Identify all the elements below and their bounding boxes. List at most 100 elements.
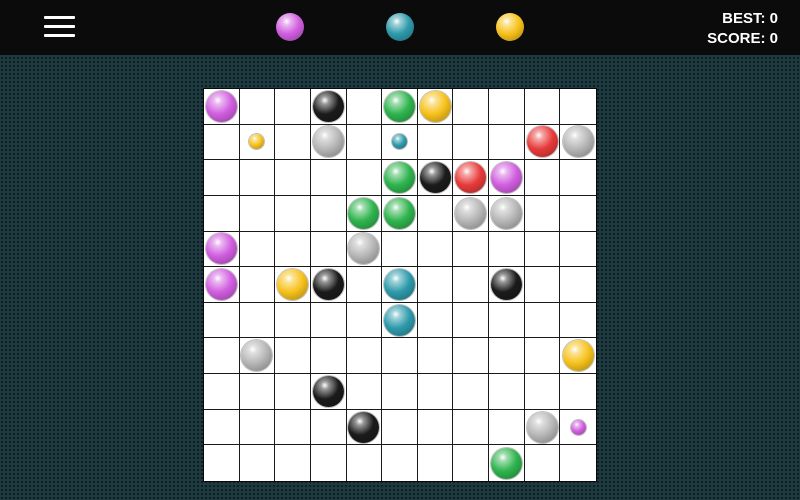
- board-cell[interactable]: [346, 124, 383, 161]
- board-cell[interactable]: [524, 195, 561, 232]
- board-cell[interactable]: [417, 374, 454, 410]
- black-ball[interactable]: [348, 411, 380, 443]
- board-cell[interactable]: [524, 267, 561, 303]
- board-cell[interactable]: [310, 409, 347, 446]
- teal-ball[interactable]: [383, 304, 415, 336]
- board-cell[interactable]: [417, 338, 454, 375]
- board-cell[interactable]: [310, 195, 347, 232]
- board-cell[interactable]: [524, 124, 561, 161]
- board-cell[interactable]: [310, 302, 347, 339]
- board-cell[interactable]: [346, 374, 383, 410]
- board-cell[interactable]: [275, 160, 311, 196]
- board-cell[interactable]: [560, 410, 596, 446]
- board-cell[interactable]: [239, 409, 276, 446]
- yellow-ball[interactable]: [249, 134, 265, 150]
- board-cell[interactable]: [382, 338, 418, 375]
- board-cell[interactable]: [382, 160, 418, 196]
- board-cell[interactable]: [417, 302, 454, 339]
- board-cell[interactable]: [489, 160, 525, 196]
- board-cell[interactable]: [204, 160, 240, 196]
- board-cell[interactable]: [310, 231, 347, 268]
- black-ball[interactable]: [312, 268, 344, 300]
- board-cell[interactable]: [453, 409, 490, 446]
- board-cell[interactable]: [204, 338, 240, 375]
- board-cell[interactable]: [453, 267, 490, 303]
- board-cell[interactable]: [310, 267, 347, 303]
- board-cell[interactable]: [275, 374, 311, 410]
- board-cell[interactable]: [239, 89, 276, 125]
- yellow-ball[interactable]: [562, 340, 594, 372]
- board-cell[interactable]: [346, 338, 383, 375]
- board-cell[interactable]: [239, 302, 276, 339]
- board-cell[interactable]: [275, 267, 311, 303]
- board-cell[interactable]: [275, 409, 311, 446]
- hamburger-menu-icon[interactable]: [44, 14, 76, 40]
- board-cell[interactable]: [524, 231, 561, 268]
- board-cell[interactable]: [489, 231, 525, 268]
- board-cell[interactable]: [275, 124, 311, 161]
- board-cell[interactable]: [489, 89, 525, 125]
- gray-ball[interactable]: [455, 197, 487, 229]
- board-cell[interactable]: [347, 445, 383, 481]
- board-cell[interactable]: [310, 160, 347, 196]
- board-cell[interactable]: [239, 160, 276, 196]
- board-cell[interactable]: [417, 409, 454, 446]
- purple-ball[interactable]: [205, 233, 237, 265]
- board-cell[interactable]: [560, 338, 596, 375]
- board-cell[interactable]: [453, 124, 490, 161]
- board-cell[interactable]: [524, 89, 561, 125]
- board-cell[interactable]: [489, 195, 525, 232]
- board-cell[interactable]: [560, 160, 596, 196]
- board-cell[interactable]: [453, 195, 490, 232]
- board-cell[interactable]: [489, 409, 525, 446]
- board-cell[interactable]: [204, 124, 240, 161]
- gray-ball[interactable]: [241, 340, 273, 372]
- board-cell[interactable]: [204, 195, 240, 232]
- board-cell[interactable]: [560, 445, 596, 481]
- board-cell[interactable]: [453, 338, 490, 375]
- board-cell[interactable]: [417, 160, 454, 196]
- board-cell[interactable]: [453, 231, 490, 268]
- board-cell[interactable]: [524, 160, 561, 196]
- board-cell[interactable]: [382, 302, 418, 339]
- yellow-ball[interactable]: [277, 268, 309, 300]
- board-cell[interactable]: [524, 374, 561, 410]
- board-cell[interactable]: [417, 89, 454, 125]
- board-cell[interactable]: [382, 445, 418, 481]
- board-cell[interactable]: [275, 195, 311, 232]
- gray-ball[interactable]: [526, 411, 558, 443]
- red-ball[interactable]: [455, 162, 487, 194]
- board-cell[interactable]: [204, 267, 240, 303]
- board-cell[interactable]: [310, 89, 347, 125]
- green-ball[interactable]: [348, 197, 380, 229]
- board-cell[interactable]: [346, 195, 383, 232]
- board-cell[interactable]: [346, 89, 383, 125]
- board-cell[interactable]: [204, 231, 240, 268]
- purple-ball[interactable]: [205, 90, 237, 122]
- board-cell[interactable]: [382, 267, 418, 303]
- board-cell[interactable]: [310, 338, 347, 375]
- gray-ball[interactable]: [562, 126, 594, 158]
- board-cell[interactable]: [489, 267, 525, 303]
- board-cell[interactable]: [417, 231, 454, 268]
- teal-ball[interactable]: [391, 134, 407, 150]
- board-cell[interactable]: [204, 409, 240, 446]
- board-cell[interactable]: [489, 302, 525, 339]
- board-cell[interactable]: [204, 445, 240, 481]
- green-ball[interactable]: [383, 162, 415, 194]
- board-cell[interactable]: [417, 124, 454, 161]
- black-ball[interactable]: [312, 90, 344, 122]
- board-cell[interactable]: [417, 195, 454, 232]
- black-ball[interactable]: [312, 375, 344, 407]
- board-cell[interactable]: [560, 196, 596, 232]
- board-cell[interactable]: [453, 160, 490, 196]
- board-cell[interactable]: [560, 267, 596, 303]
- board-cell[interactable]: [204, 302, 240, 339]
- yellow-ball[interactable]: [419, 90, 451, 122]
- black-ball[interactable]: [419, 162, 451, 194]
- board-cell[interactable]: [239, 124, 276, 161]
- board-cell[interactable]: [524, 338, 561, 375]
- board-cell[interactable]: [204, 374, 240, 410]
- board-cell[interactable]: [310, 374, 347, 410]
- board-cell[interactable]: [489, 445, 525, 481]
